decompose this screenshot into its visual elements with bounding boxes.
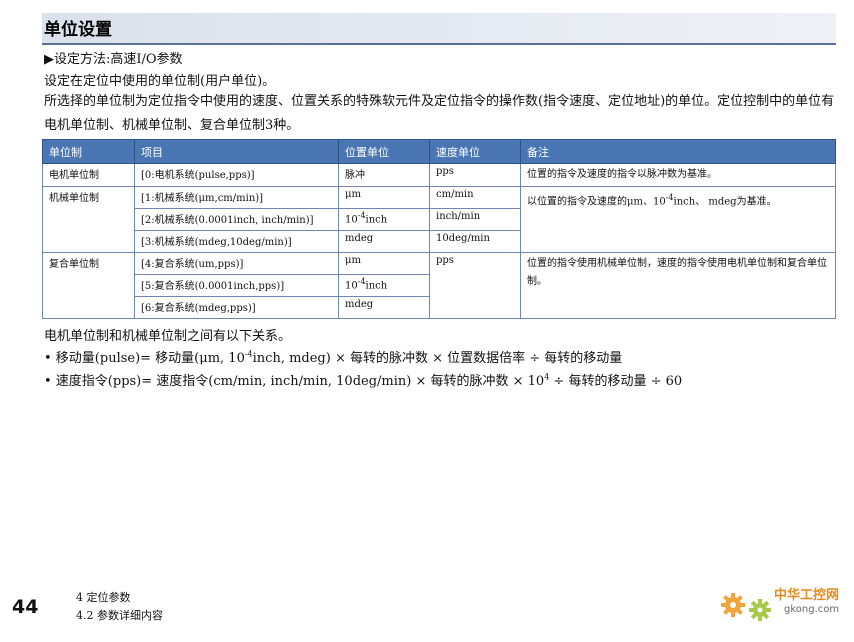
position-unit-cell: μm <box>338 252 430 275</box>
position-unit-cell: mdeg <box>338 230 430 253</box>
group-motor: 电机单位制 <box>42 163 135 187</box>
table-header-row: 单位制 项目 位置单位 速度单位 备注 <box>42 139 836 164</box>
remarks-cell: 位置的指令使用机械单位制，速度的指令使用电机单位制和复合单位制。 <box>520 252 836 319</box>
unit-system-table: 单位制 项目 位置单位 速度单位 备注 电机单位制 [0:电机系统(pulse,… <box>42 139 836 319</box>
description-paragraph: 所选择的单位制为定位指令中使用的速度、位置关系的特殊软元件及定位指令的操作数(指… <box>44 94 835 133</box>
watermark-url: gkong.com <box>784 604 840 615</box>
pos-exp: -4 <box>357 211 366 220</box>
pos-exp: -4 <box>357 277 366 286</box>
footer-section: 4.2 参数详细内容 <box>76 609 163 622</box>
item-cell: [3:机械系统(mdeg,10deg/min)] <box>134 230 339 253</box>
item-cell: [6:复合系统(mdeg,pps)] <box>134 296 339 319</box>
position-unit-cell: mdeg <box>338 296 430 319</box>
speed-unit-cell: inch/min <box>429 208 521 231</box>
header-item: 项目 <box>134 139 339 164</box>
page-number: 44 <box>12 596 39 618</box>
speed-unit-cell: cm/min <box>429 186 521 209</box>
position-unit-cell: 10-4inch <box>338 274 430 297</box>
header-unit-system: 单位制 <box>42 139 135 164</box>
section-title-bar: 单位设置 <box>42 13 836 45</box>
setting-method: ▶设定方法:高速I/O参数 <box>44 52 183 67</box>
intro-text: 设定在定位中使用的单位制(用户单位)。 <box>44 74 276 89</box>
speed-unit-cell: pps <box>429 252 521 319</box>
item-cell: [1:机械系统(μm,cm/min)] <box>134 186 339 209</box>
pos-base: 10 <box>345 214 358 226</box>
pos-unit: inch <box>365 280 388 292</box>
formula1-exp: -4 <box>244 349 253 359</box>
formula2-a: • 速度指令(pps)= 速度指令(cm/min, inch/min, 10de… <box>44 374 545 389</box>
remarks-cell: 以位置的指令及速度的μm、10-4inch、 mdeg为基准。 <box>520 186 836 253</box>
machine-note-exp: -4 <box>665 193 674 202</box>
formula-speed: • 速度指令(pps)= 速度指令(cm/min, inch/min, 10de… <box>44 370 682 389</box>
header-speed-unit: 速度单位 <box>429 139 521 164</box>
formula-movement: • 移动量(pulse)= 移动量(μm, 10-4inch, mdeg) × … <box>44 347 622 366</box>
position-unit-cell: 脉冲 <box>338 163 430 187</box>
item-cell: [4:复合系统(um,pps)] <box>134 252 339 275</box>
group-composite: 复合单位制 <box>42 252 135 319</box>
pos-unit: inch <box>365 214 388 226</box>
formula1-a: • 移动量(pulse)= 移动量(μm, 10 <box>44 351 245 366</box>
machine-note-b: inch、 mdeg为基准。 <box>673 196 777 208</box>
speed-unit-cell: 10deg/min <box>429 230 521 253</box>
watermark-text: 中华工控网 <box>774 588 840 603</box>
item-cell: [0:电机系统(pulse,pps)] <box>134 163 339 187</box>
relation-intro: 电机单位制和机械单位制之间有以下关系。 <box>44 329 292 344</box>
header-remarks: 备注 <box>520 139 836 164</box>
position-unit-cell: 10-4inch <box>338 208 430 231</box>
group-machine: 机械单位制 <box>42 186 135 253</box>
item-cell: [5:复合系统(0.0001inch,pps)] <box>134 274 339 297</box>
table-row: 复合单位制 [4:复合系统(um,pps)] μm pps 位置的指令使用机械单… <box>42 252 836 319</box>
pos-base: 10 <box>345 280 358 292</box>
remarks-cell: 位置的指令及速度的指令以脉冲数为基准。 <box>520 163 836 187</box>
formula1-b: inch, mdeg) × 每转的脉冲数 × 位置数据倍率 ÷ 每转的移动量 <box>252 351 623 366</box>
formula2-b: ÷ 每转的移动量 ÷ 60 <box>549 374 683 389</box>
position-unit-cell: μm <box>338 186 430 209</box>
section-title: 单位设置 <box>44 20 112 40</box>
item-cell: [2:机械系统(0.0001inch, inch/min)] <box>134 208 339 231</box>
header-position-unit: 位置单位 <box>338 139 430 164</box>
table-row: 机械单位制 [1:机械系统(μm,cm/min)] μm cm/min 以位置的… <box>42 186 836 253</box>
speed-unit-cell: pps <box>429 163 521 187</box>
machine-note-a: 以位置的指令及速度的μm、10 <box>527 196 666 208</box>
table-row: 电机单位制 [0:电机系统(pulse,pps)] 脉冲 pps 位置的指令及速… <box>42 163 836 187</box>
footer-chapter: 4 定位参数 <box>76 591 131 604</box>
